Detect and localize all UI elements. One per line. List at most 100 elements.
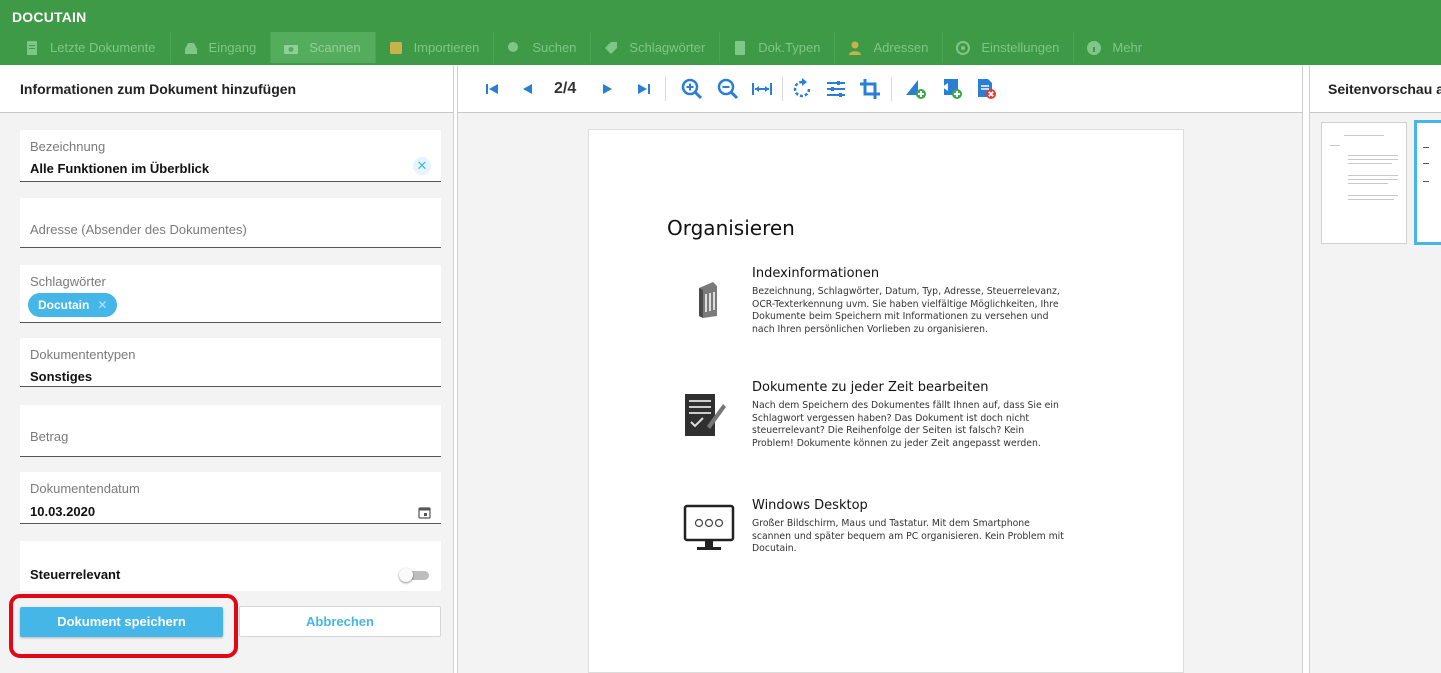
nav-item-mehr[interactable]: Mehr	[1074, 32, 1156, 63]
edit-document-icon	[685, 394, 726, 436]
info-panel: Informationen zum Dokument hinzufügen Be…	[0, 65, 454, 673]
document-heading: Organisieren	[667, 216, 795, 240]
nav-item-letzte-dokumente[interactable]: Letzte Dokumente	[12, 32, 171, 63]
gear-icon	[956, 40, 971, 55]
calendar-icon[interactable]	[418, 506, 431, 519]
page-thumbnail[interactable]	[1321, 122, 1407, 244]
thumb-line	[1344, 135, 1384, 136]
document-viewer: 2/4 Organisieren Indexinformationen Beze…	[457, 65, 1303, 673]
thumb-line	[1348, 155, 1398, 156]
bezeichnung-label: Bezeichnung	[30, 139, 106, 154]
nav-item-adressen[interactable]: Adressen	[835, 32, 944, 63]
thumb-line	[1348, 175, 1398, 176]
nav-item-schlagwoerter[interactable]: Schlagwörter	[591, 32, 721, 63]
tag-chip-label: Docutain	[38, 298, 90, 312]
import-icon	[389, 41, 402, 54]
app-title: DOCUTAIN	[12, 9, 87, 25]
crop-icon[interactable]	[858, 77, 882, 101]
thumb-line	[1423, 181, 1429, 182]
rotate-icon[interactable]	[790, 77, 814, 101]
section-indexinformationen: Indexinformationen Bezeichnung, Schlagwö…	[752, 266, 1097, 336]
page-preview-header: Seitenvorschau a	[1310, 65, 1441, 113]
adjust-icon[interactable]	[824, 77, 848, 101]
thumb-line	[1423, 163, 1429, 164]
dokumentendatum-value[interactable]: 10.03.2020	[30, 504, 95, 519]
section-line: scannen und später bequem am PC organisi…	[752, 530, 1064, 542]
document-icon	[27, 40, 37, 55]
page-thumbnail-selected[interactable]	[1414, 120, 1441, 245]
section-line: nach Ihren persönlichen Vorlieben zu org…	[752, 323, 988, 335]
section-body: Nach dem Speichern des Dokumentes fällt …	[752, 400, 1097, 450]
bezeichnung-field[interactable]: Bezeichnung Alle Funktionen im Überblick…	[20, 130, 441, 182]
dokumententypen-value[interactable]: Sonstiges	[30, 369, 92, 384]
thumb-line	[1348, 195, 1398, 196]
clear-icon[interactable]: ✕	[413, 157, 431, 175]
cancel-button[interactable]: Abbrechen	[239, 606, 441, 637]
toolbar-separator	[891, 77, 892, 101]
fit-width-icon[interactable]	[750, 77, 774, 101]
main-nav: Letzte Dokumente Eingang Scannen Importi…	[12, 32, 1156, 63]
archive-icon	[699, 282, 717, 318]
monitor-icon	[683, 504, 735, 550]
zoom-out-icon[interactable]	[716, 77, 740, 101]
dokumentendatum-label: Dokumentendatum	[30, 481, 140, 496]
scan-icon	[284, 44, 299, 54]
section-bearbeiten: Dokumente zu jeder Zeit bearbeiten Nach …	[752, 380, 1097, 450]
nav-item-einstellungen[interactable]: Einstellungen	[943, 32, 1075, 63]
inbox-icon	[184, 42, 197, 54]
viewer-toolbar: 2/4	[458, 65, 1302, 113]
steuerrelevant-field: Steuerrelevant	[20, 541, 441, 591]
last-page-icon[interactable]	[632, 77, 656, 101]
nav-item-label: Adressen	[873, 40, 929, 55]
thumb-line	[1330, 145, 1340, 146]
tag-chip[interactable]: Docutain ✕	[28, 293, 118, 317]
info-icon	[1087, 40, 1102, 55]
document-page: Organisieren Indexinformationen Bezeichn…	[588, 129, 1184, 673]
schlagwoerter-field[interactable]: Schlagwörter Docutain ✕	[20, 265, 441, 323]
section-windows-desktop: Windows Desktop Großer Bildschirm, Maus …	[752, 498, 1097, 556]
section-body: Großer Bildschirm, Maus und Tastatur. Mi…	[752, 518, 1097, 556]
add-page-icon[interactable]	[904, 77, 928, 101]
insert-page-icon[interactable]	[940, 77, 964, 101]
search-icon	[508, 41, 519, 52]
nav-item-importieren[interactable]: Importieren	[376, 32, 495, 63]
thumb-line	[1348, 179, 1398, 180]
nav-item-label: Dok.Typen	[758, 40, 821, 55]
steuerrelevant-toggle[interactable]	[399, 568, 431, 582]
tag-icon	[605, 41, 618, 54]
thumb-line	[1348, 183, 1388, 184]
zoom-in-icon[interactable]	[680, 77, 704, 101]
first-page-icon[interactable]	[480, 77, 504, 101]
bezeichnung-value[interactable]: Alle Funktionen im Überblick	[30, 161, 209, 176]
next-page-icon[interactable]	[595, 77, 619, 101]
adresse-label: Adresse (Absender des Dokumentes)	[30, 222, 247, 237]
nav-item-label: Letzte Dokumente	[50, 40, 156, 55]
nav-item-label: Scannen	[309, 40, 361, 55]
nav-item-eingang[interactable]: Eingang	[171, 32, 272, 63]
dokumentendatum-field[interactable]: Dokumentendatum 10.03.2020	[20, 472, 441, 524]
nav-item-label: Mehr	[1112, 40, 1143, 55]
nav-item-label: Schlagwörter	[629, 40, 706, 55]
top-bar: DOCUTAIN Letzte Dokumente Eingang Scanne…	[0, 0, 1441, 65]
highlight-box	[9, 594, 238, 658]
thumb-line	[1348, 159, 1398, 160]
section-line: steuerrelevant? Die Reihenfolge der Seit…	[752, 425, 1025, 436]
nav-item-scannen[interactable]: Scannen	[271, 32, 376, 63]
dokumententypen-field[interactable]: Dokumententypen Sonstiges	[20, 338, 441, 387]
prev-page-icon[interactable]	[516, 77, 540, 101]
remove-tag-icon[interactable]: ✕	[97, 298, 107, 312]
app-window: DOCUTAIN Letzte Dokumente Eingang Scanne…	[0, 0, 1441, 673]
section-title: Dokumente zu jeder Zeit bearbeiten	[752, 380, 989, 395]
toolbar-separator	[782, 77, 783, 101]
nav-item-dok-typen[interactable]: Dok.Typen	[720, 32, 836, 63]
delete-page-icon[interactable]	[974, 77, 998, 101]
adresse-field[interactable]: Adresse (Absender des Dokumentes)	[20, 198, 441, 248]
section-line: Schlagwort vergessen haben? Das Dokument…	[752, 412, 1030, 424]
betrag-field[interactable]: Betrag	[20, 405, 441, 457]
toolbar-separator	[665, 77, 666, 101]
section-line: Docutain.	[752, 543, 797, 554]
nav-item-suchen[interactable]: Suchen	[494, 32, 592, 63]
section-line: Nach dem Speichern des Dokumentes fällt …	[752, 400, 1059, 411]
page-indicator: 2/4	[554, 80, 577, 97]
page-preview-title: Seitenvorschau a	[1328, 81, 1441, 97]
